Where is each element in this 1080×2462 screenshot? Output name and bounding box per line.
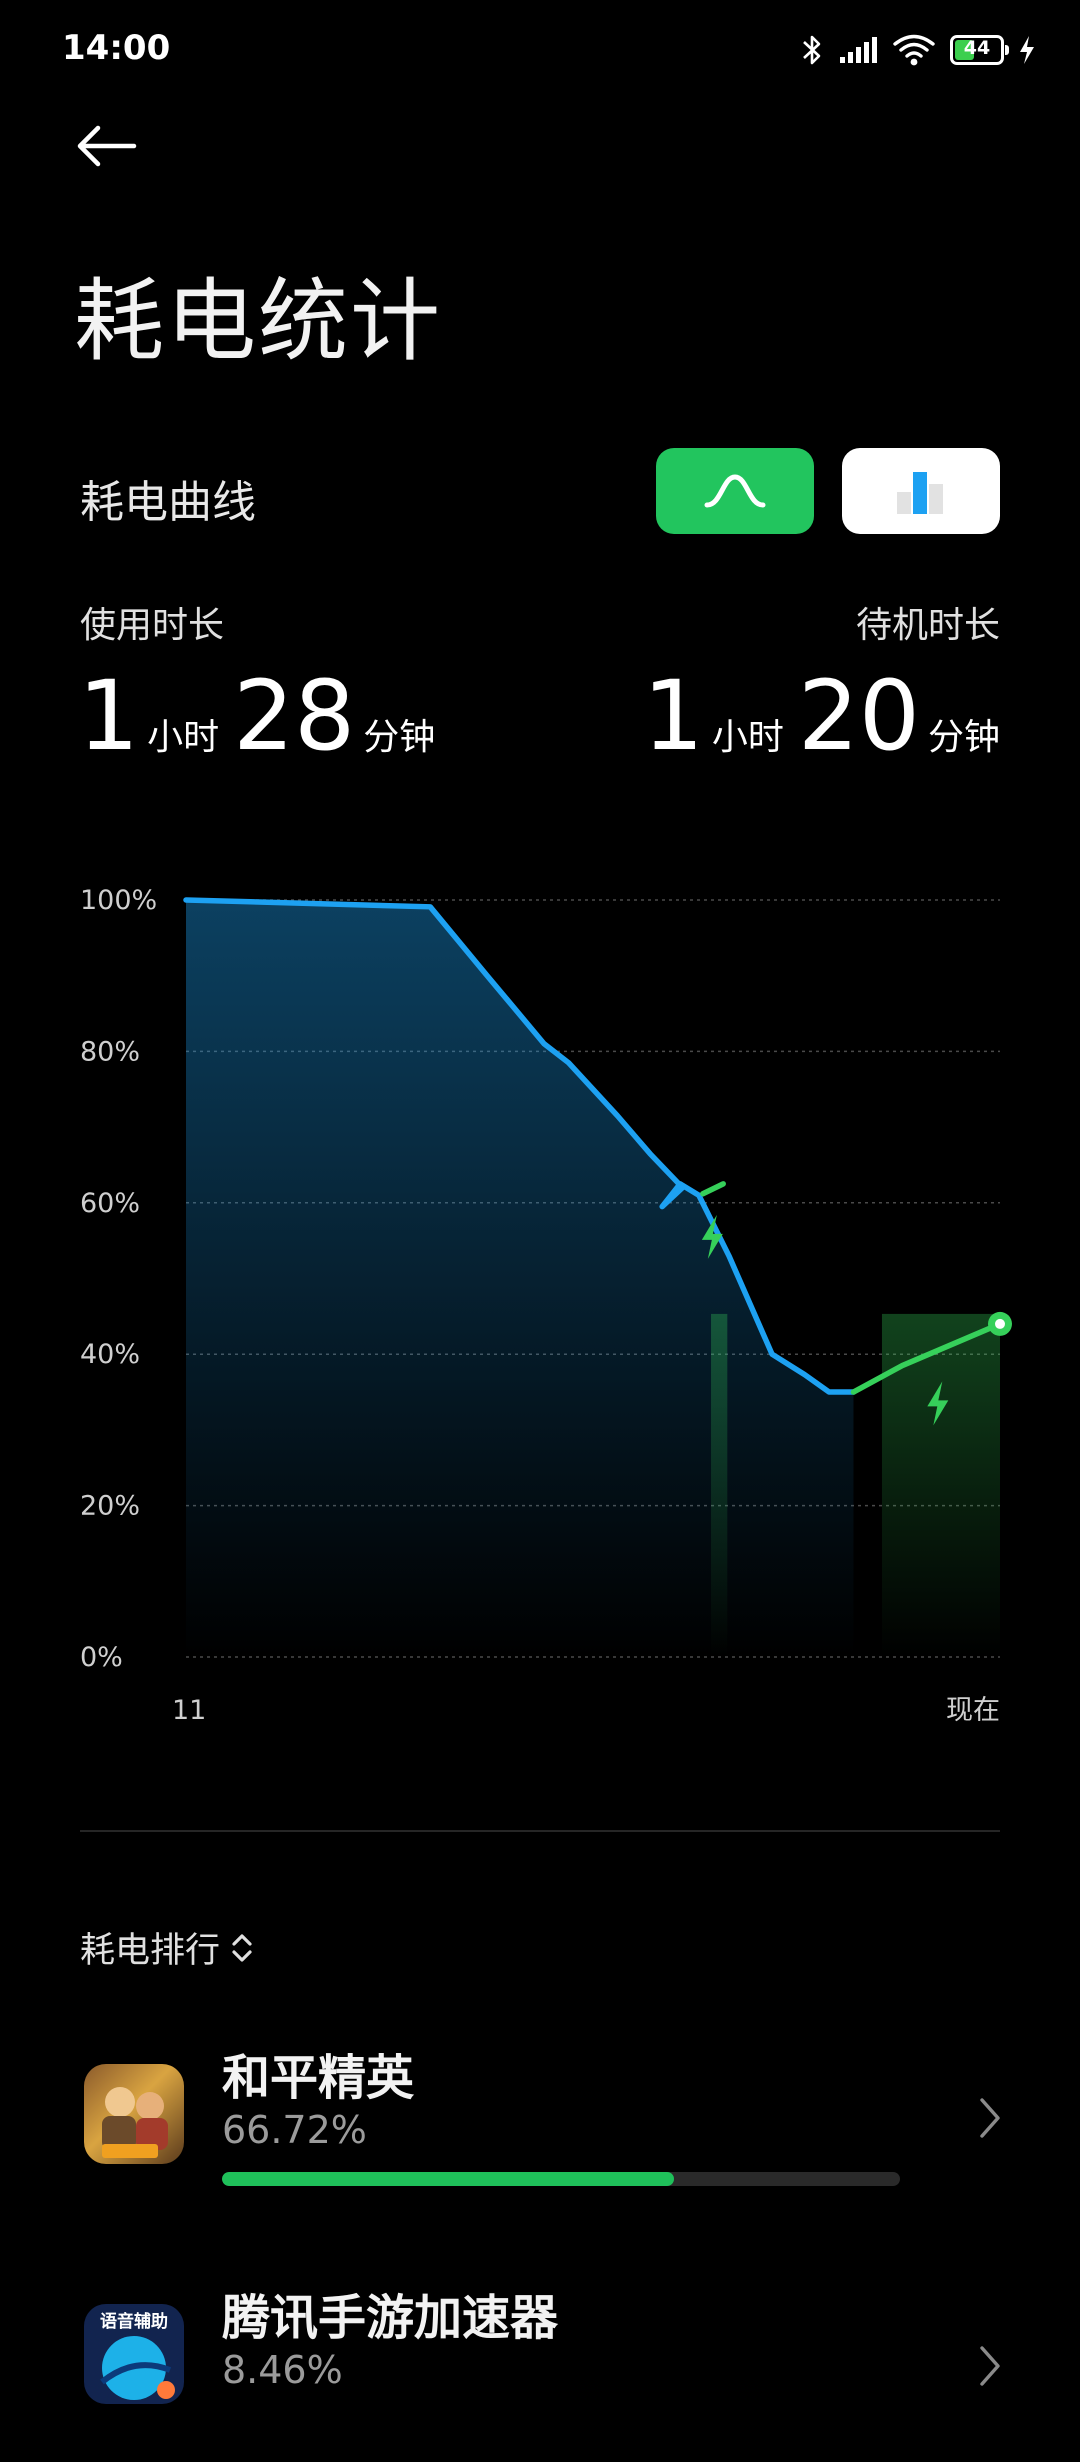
current-point-center <box>995 1318 1005 1329</box>
bar-chart-icon <box>897 472 943 514</box>
section-divider <box>80 1830 1000 1832</box>
app-percent: 66.72% <box>222 2108 367 2152</box>
usage-hours: 1 <box>78 660 140 772</box>
usage-duration-label: 使用时长 <box>80 605 225 646</box>
curve-section-label: 耗电曲线 <box>80 477 256 528</box>
accelerator-icon-text: 语音辅助 <box>100 2312 168 2332</box>
y-tick-label: 80% <box>80 1036 140 1067</box>
battery-icon: 44 <box>950 35 1009 65</box>
standby-duration-value: 1 小时 20 分钟 <box>643 660 1000 772</box>
y-tick-label: 20% <box>80 1491 140 1522</box>
app-usage-bar <box>222 2172 900 2186</box>
charging-period <box>711 1313 728 1657</box>
accelerator-icon: 语音辅助 <box>84 2304 184 2404</box>
x-tick-label: 11 <box>172 1695 206 1726</box>
page-title: 耗电统计 <box>74 269 442 374</box>
arrow-left-icon <box>77 125 137 167</box>
x-tick-label: 现在 <box>946 1695 1000 1726</box>
app-name: 和平精英 <box>222 2050 415 2106</box>
y-tick-label: 0% <box>80 1642 123 1673</box>
chevron-right-icon <box>980 2098 1000 2138</box>
charge-line <box>700 1181 726 1197</box>
back-button[interactable] <box>74 124 154 204</box>
curve-view-button[interactable] <box>656 448 814 534</box>
app-percent: 8.46% <box>222 2348 343 2392</box>
usage-minute-unit: 分钟 <box>363 717 436 758</box>
app-name: 腾讯手游加速器 <box>222 2290 559 2346</box>
usage-minutes: 28 <box>233 660 356 772</box>
standby-hours: 1 <box>642 660 704 772</box>
y-tick-label: 100% <box>80 885 157 916</box>
charging-icon <box>1020 36 1034 64</box>
battery-curve-chart: 100% 80% 60% 40% 20% 0% 11 现在 <box>80 885 1012 1726</box>
signal-icon <box>840 37 877 63</box>
y-tick-label: 60% <box>80 1188 140 1219</box>
app-row-1[interactable]: 语音辅助 腾讯手游加速器 8.46% <box>0 2262 1080 2462</box>
standby-hour-unit: 小时 <box>711 717 784 758</box>
game-icon <box>84 2064 184 2164</box>
curve-icon <box>704 474 766 508</box>
app-row-0[interactable]: 和平精英 66.72% <box>0 2020 1080 2220</box>
usage-duration-value: 1 小时 28 分钟 <box>78 660 435 772</box>
status-icons: 44 <box>800 28 1036 72</box>
bluetooth-icon <box>803 35 821 65</box>
ranking-sort-button[interactable]: 耗电排行 <box>80 1922 254 1973</box>
chevron-right-icon <box>980 2346 1000 2386</box>
status-time: 14:00 <box>62 28 171 68</box>
standby-duration-label: 待机时长 <box>855 605 1000 646</box>
standby-minutes: 20 <box>797 660 920 772</box>
sort-updown-icon <box>232 1933 252 1962</box>
wifi-icon <box>893 34 935 66</box>
app-usage-bar-fill <box>222 2172 675 2186</box>
standby-minute-unit: 分钟 <box>927 717 1000 758</box>
ranking-title: 耗电排行 <box>80 1931 221 1971</box>
bar-view-button[interactable] <box>842 448 1000 534</box>
battery-level: 44 <box>963 37 991 59</box>
y-tick-label: 40% <box>80 1339 140 1370</box>
usage-hour-unit: 小时 <box>147 717 220 758</box>
